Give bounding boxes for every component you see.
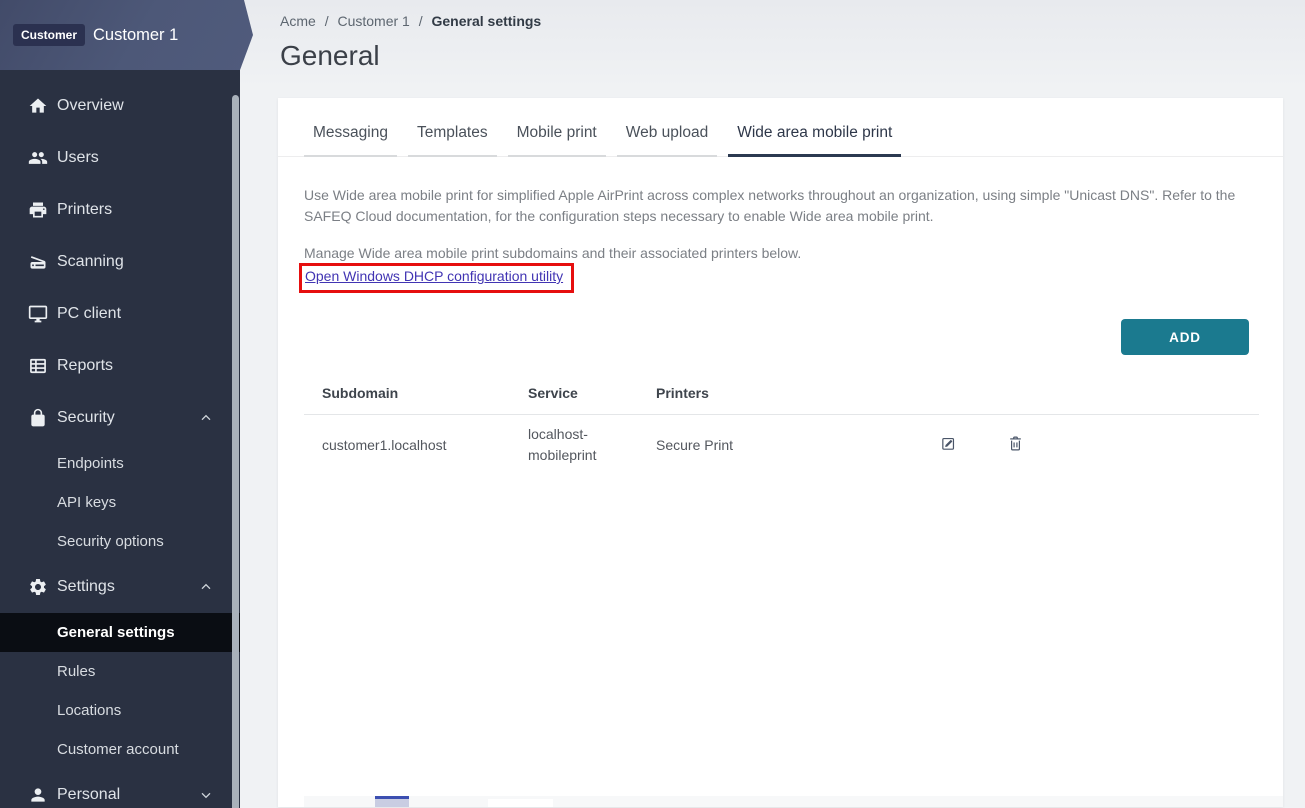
sidebar-item-api-keys[interactable]: API keys [0,483,240,522]
tab-bar: Messaging Templates Mobile print Web upl… [278,98,1283,157]
sidebar-item-label: Reports [57,357,113,375]
lock-icon [28,408,48,428]
sidebar-item-label: Personal [57,786,120,804]
sidebar-item-printers[interactable]: Printers [0,184,240,236]
main-content: Acme / Customer 1 / General settings Gen… [240,0,1305,808]
annotation-highlight-box: Open Windows DHCP configuration utility [299,263,574,293]
partial-chip-element [488,799,553,807]
page-title: General [280,40,1283,72]
sidebar-item-reports[interactable]: Reports [0,340,240,392]
partial-tab-element [375,796,409,807]
sidebar-item-label: PC client [57,305,121,323]
users-icon [28,148,48,168]
delete-button[interactable] [1007,434,1027,454]
scanner-icon [28,252,48,272]
tab-wide-area-mobile-print[interactable]: Wide area mobile print [728,118,901,157]
cell-service: localhost-mobileprint [510,424,638,466]
toolbar: ADD [278,319,1249,355]
reports-icon [28,356,48,376]
chevron-up-icon[interactable] [198,410,214,426]
tab-messaging[interactable]: Messaging [304,118,397,157]
account-type-badge: Customer [13,24,85,46]
next-section-edge [304,796,1283,807]
tab-templates[interactable]: Templates [408,118,497,157]
manage-text: Manage Wide area mobile print subdomains… [304,243,1257,264]
tab-web-upload[interactable]: Web upload [617,118,717,157]
sidebar-nav: Overview Users Printers Scanning [0,70,240,808]
sidebar-subitem-label: Rules [57,663,95,680]
sidebar-item-label: Users [57,149,99,167]
sidebar-item-scanning[interactable]: Scanning [0,236,240,288]
sidebar-subitem-label: Customer account [57,741,179,758]
sidebar-subitem-label: Endpoints [57,455,124,472]
breadcrumb-customer-1[interactable]: Customer 1 [337,13,409,29]
sidebar-subitem-label: Security options [57,533,164,550]
sidebar-subitem-label: Locations [57,702,121,719]
sidebar-scrollbar[interactable] [232,95,239,808]
sidebar-item-settings[interactable]: Settings [0,561,240,613]
settings-card: Messaging Templates Mobile print Web upl… [278,98,1283,807]
account-name: Customer 1 [93,26,178,45]
intro-text: Use Wide area mobile print for simplifie… [304,185,1254,227]
sidebar-item-security[interactable]: Security [0,392,240,444]
manage-section: Manage Wide area mobile print subdomains… [304,243,1257,293]
sidebar-item-overview[interactable]: Overview [0,80,240,132]
sidebar-item-security-options[interactable]: Security options [0,522,240,561]
sidebar-item-label: Settings [57,578,115,596]
cell-subdomain: customer1.localhost [304,437,510,453]
sidebar-subitem-label: General settings [57,624,175,641]
gear-icon [28,577,48,597]
sidebar-item-personal[interactable]: Personal [0,769,240,808]
sidebar-item-users[interactable]: Users [0,132,240,184]
sidebar-account-header: Customer Customer 1 [0,0,253,70]
chevron-up-icon[interactable] [198,579,214,595]
dhcp-utility-link[interactable]: Open Windows DHCP configuration utility [305,268,563,284]
breadcrumb-acme[interactable]: Acme [280,13,316,29]
breadcrumb-separator: / [325,13,329,29]
home-icon [28,96,48,116]
sidebar-item-endpoints[interactable]: Endpoints [0,444,240,483]
edit-button[interactable] [940,434,960,454]
delete-icon [1007,435,1027,452]
sidebar: Customer Customer 1 Overview Users [0,0,240,808]
app-root: Customer Customer 1 Overview Users [0,0,1305,808]
breadcrumb-separator: / [419,13,423,29]
table-header-row: Subdomain Service Printers [304,371,1259,415]
sidebar-item-label: Overview [57,97,124,115]
sidebar-item-label: Scanning [57,253,124,271]
sidebar-item-locations[interactable]: Locations [0,691,240,730]
column-header-printers: Printers [638,385,916,401]
tab-mobile-print[interactable]: Mobile print [508,118,606,157]
monitor-icon [28,304,48,324]
subdomains-table: Subdomain Service Printers customer1.loc… [304,371,1259,475]
column-header-subdomain: Subdomain [304,385,510,401]
person-icon [28,785,48,805]
sidebar-item-rules[interactable]: Rules [0,652,240,691]
sidebar-subitem-label: API keys [57,494,116,511]
sidebar-item-general-settings[interactable]: General settings [0,613,240,652]
column-header-service: Service [510,385,638,401]
edit-icon [940,435,960,452]
sidebar-item-customer-account[interactable]: Customer account [0,730,240,769]
cell-printers: Secure Print [638,437,916,453]
chevron-down-icon[interactable] [198,787,214,803]
sidebar-item-pc-client[interactable]: PC client [0,288,240,340]
sidebar-item-label: Printers [57,201,112,219]
add-button[interactable]: ADD [1121,319,1249,355]
breadcrumb-current: General settings [432,13,542,29]
sidebar-item-label: Security [57,409,115,427]
table-row: customer1.localhost localhost-mobileprin… [304,415,1259,475]
printer-icon [28,200,48,220]
breadcrumb: Acme / Customer 1 / General settings [280,13,1283,29]
